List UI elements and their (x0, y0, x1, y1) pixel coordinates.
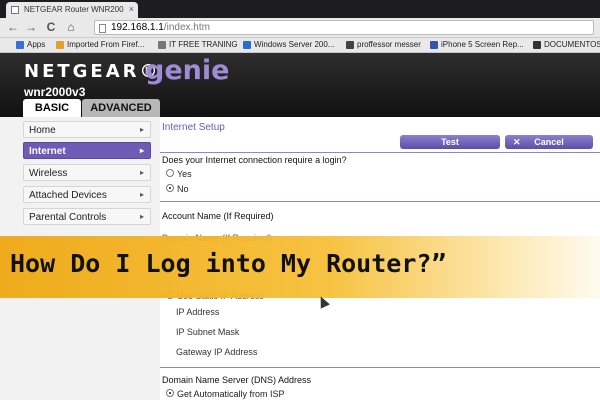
divider (160, 152, 600, 153)
close-icon: ✕ (513, 137, 521, 147)
bookmark-page-icon (158, 41, 166, 49)
tab-basic[interactable]: BASIC (23, 99, 81, 117)
bookmark-windows-server[interactable]: Windows Server 200... (243, 40, 334, 51)
bookmark-professor-messer[interactable]: proffessor messer (346, 40, 421, 51)
folder-icon (56, 41, 64, 49)
bookmark-it-free-training[interactable]: IT FREE TRANING (158, 40, 238, 51)
model-name: wnr2000v3 (24, 85, 86, 99)
bookmark-iphone-screen-repair[interactable]: iPhone 5 Screen Rep... (430, 40, 524, 51)
login-no-label: No (177, 184, 189, 194)
url-host: 192.168.1.1 (111, 22, 164, 33)
divider (160, 367, 600, 368)
chevron-right-icon: ▸ (139, 125, 144, 134)
chevron-right-icon: ▸ (139, 168, 144, 177)
router-header: NETGEAR® genie wnr2000v3 BASIC ADVANCED (0, 53, 600, 117)
sidebar-item-internet[interactable]: Internet ▸ (23, 142, 151, 159)
page-favicon-icon (11, 6, 19, 14)
dns-auto-radio[interactable] (166, 389, 174, 397)
bookmark-page-icon (346, 41, 354, 49)
home-icon[interactable]: ⌂ (64, 20, 78, 34)
netgear-logo: NETGEAR® (24, 61, 161, 82)
url-path: /index.htm (163, 22, 210, 33)
dns-auto-label: Get Automatically from ISP (177, 389, 285, 399)
tab-close-icon[interactable]: × (129, 4, 134, 14)
sidebar-item-attached-devices[interactable]: Attached Devices ▸ (23, 186, 151, 203)
forward-arrow-icon[interactable]: → (24, 20, 38, 34)
account-name-label: Account Name (If Required) (162, 211, 274, 221)
ip-subnet-label: IP Subnet Mask (176, 327, 240, 337)
bookmark-page-icon (533, 41, 541, 49)
login-no-radio[interactable] (166, 184, 174, 192)
browser-tab[interactable]: NETGEAR Router WNR200 × (6, 2, 138, 18)
login-question: Does your Internet connection require a … (162, 155, 347, 165)
sidebar-item-home[interactable]: Home ▸ (23, 121, 151, 138)
chevron-right-icon: ▸ (139, 190, 144, 199)
headline-banner: How Do I Log into My Router?” (0, 236, 600, 298)
bookmark-apps[interactable]: Apps (16, 40, 45, 51)
login-yes-label: Yes (177, 169, 192, 179)
cancel-button[interactable]: ✕ Cancel (505, 135, 593, 149)
test-button[interactable]: Test (400, 135, 500, 149)
ip-address-label: IP Address (176, 307, 220, 317)
sidebar-item-wireless[interactable]: Wireless ▸ (23, 164, 151, 181)
page-icon (99, 24, 106, 33)
divider (160, 201, 600, 202)
dns-section-label: Domain Name Server (DNS) Address (162, 375, 312, 385)
tab-title: NETGEAR Router WNR200 (24, 5, 124, 14)
bookmarks-bar: Apps Imported From Firef... IT FREE TRAN… (0, 38, 600, 53)
browser-tab-bar: NETGEAR Router WNR200 × (0, 0, 600, 18)
bookmark-page-icon (430, 41, 438, 49)
tab-advanced[interactable]: ADVANCED (82, 99, 160, 117)
headline-text: How Do I Log into My Router?” (10, 249, 447, 278)
chevron-right-icon: ▸ (139, 146, 144, 155)
gateway-ip-label: Gateway IP Address (176, 347, 258, 357)
page-title: Internet Setup (162, 122, 225, 133)
chevron-right-icon: ▸ (139, 212, 144, 221)
genie-logo: genie (145, 55, 230, 86)
back-arrow-icon[interactable]: ← (6, 20, 20, 34)
bookmark-documentos[interactable]: DOCUMENTOS (533, 40, 600, 51)
address-bar[interactable]: 192.168.1.1/index.htm (94, 20, 594, 35)
sidebar-item-parental-controls[interactable]: Parental Controls ▸ (23, 208, 151, 225)
reload-icon[interactable]: C (44, 20, 58, 34)
bookmark-imported-firefox[interactable]: Imported From Firef... (56, 40, 144, 51)
login-yes-radio[interactable] (166, 169, 174, 177)
apps-grid-icon (16, 41, 24, 49)
windows-icon (243, 41, 251, 49)
browser-toolbar: ← → C ⌂ 192.168.1.1/index.htm (0, 18, 600, 38)
